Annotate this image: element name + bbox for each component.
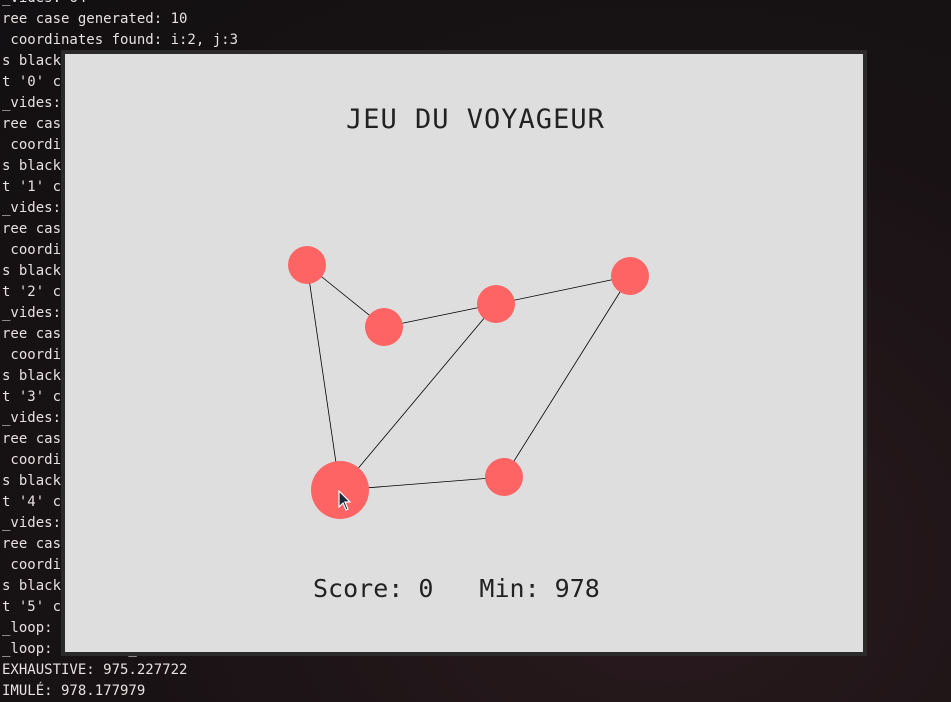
terminal-line: coordin [2,347,70,363]
terminal-line: ree case generated: 10 [2,11,188,27]
graph-node[interactable] [485,458,523,496]
graph-edge [503,275,631,478]
terminal-line: coordinates found: i:2, j:3 [2,32,239,48]
terminal-line: t '1' cr [2,179,70,195]
graph-node[interactable] [365,308,403,346]
graph [288,246,649,519]
terminal-line: _vides: [2,410,70,426]
graph-node[interactable] [611,257,649,295]
min-label: Min: 978 [479,574,600,603]
terminal-line: ree case [2,326,70,342]
terminal-line: coordin [2,452,70,468]
terminal-line: s blackl [2,473,70,489]
mouse-pointer-icon [338,490,352,511]
terminal-line: _loop: g [2,620,70,636]
score-row: Score: 0 Min: 978 [313,574,600,603]
terminal-line: t '4' cr [2,494,70,510]
terminal-line: ree case [2,536,70,552]
terminal-line: _vides: [2,305,70,321]
terminal-line: s blackl [2,53,70,69]
game-window: JEU DU VOYAGEUR Score: 0 Min: 978 [61,50,867,656]
terminal-line: _vides: [2,200,70,216]
terminal-line: coordin [2,242,70,258]
terminal-line: ree case [2,116,70,132]
graph-edge [495,275,631,305]
terminal-line: _vides: 64 [2,0,86,9]
terminal-line: ree case [2,221,70,237]
score-label: Score: 0 [313,574,434,603]
graph-edge [306,264,341,491]
terminal-line: t '0' cr [2,74,70,90]
graph-node[interactable] [288,246,326,284]
terminal-line: s blackl [2,578,70,594]
terminal-line: s blackl [2,368,70,384]
terminal-line: t '3' cr [2,389,70,405]
terminal-line: t '5' cr [2,599,70,615]
terminal-line: coordin [2,557,70,573]
terminal-line: IMULÉ: 978.177979 [2,683,146,699]
game-canvas[interactable]: JEU DU VOYAGEUR Score: 0 Min: 978 [65,54,863,652]
terminal-line: _vides: [2,95,70,111]
graph-node[interactable] [477,285,515,323]
terminal-line: EXHAUSTIVE: 975.227722 [2,662,188,678]
terminal-line: _vides: [2,515,70,531]
terminal-line: t '2' cr [2,284,70,300]
terminal-line: ree case [2,431,70,447]
terminal-line: coordin [2,137,70,153]
terminal-line: s blackl [2,158,70,174]
graph-edge [339,303,497,491]
terminal-line: s blackl [2,263,70,279]
